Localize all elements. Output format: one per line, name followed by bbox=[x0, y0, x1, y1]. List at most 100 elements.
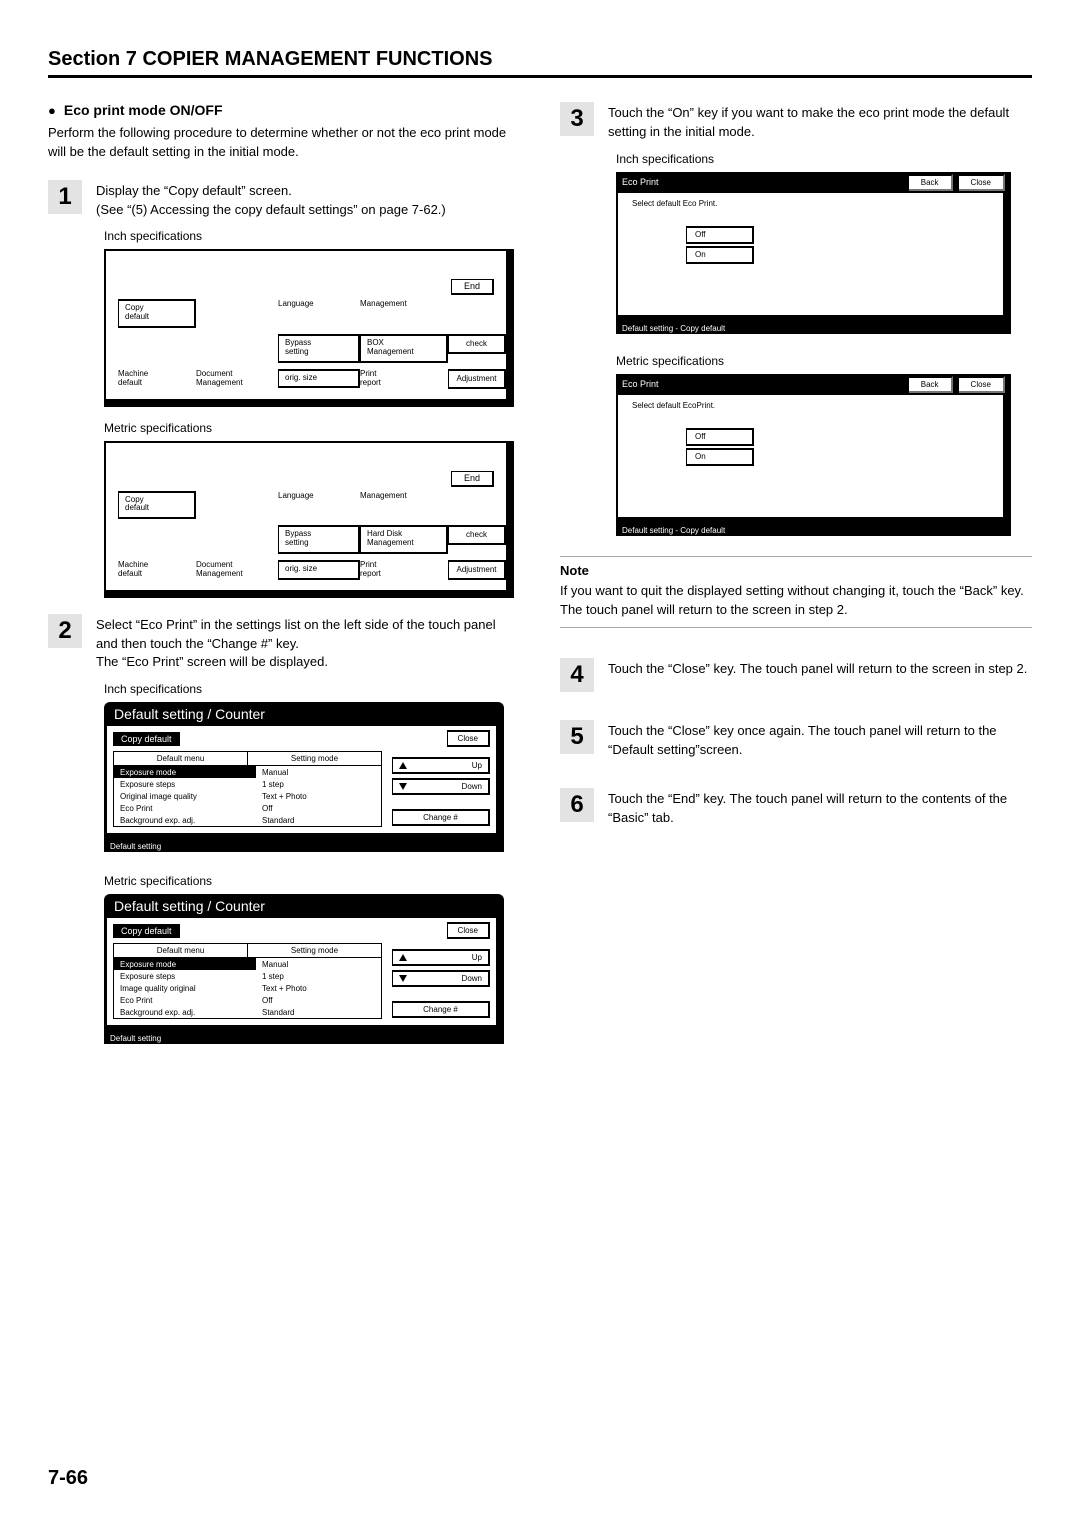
row-mode-cell: Manual bbox=[256, 766, 381, 778]
step-6: 6 Touch the “End” key. The touch panel w… bbox=[560, 788, 1032, 828]
step-text: Touch the “Close” key once again. The to… bbox=[608, 720, 1032, 760]
eco-panel-metric: Eco Print Back Close Select default EcoP… bbox=[616, 374, 1011, 536]
close-button[interactable]: Close bbox=[959, 376, 1005, 393]
orig-size-button[interactable]: orig. size bbox=[278, 560, 360, 580]
change-label: Change # bbox=[423, 813, 458, 822]
adjustment-button[interactable]: Adjustment bbox=[448, 560, 506, 580]
step-number: 6 bbox=[560, 788, 594, 822]
back-button[interactable]: Back bbox=[909, 174, 953, 191]
inch-label: Inch specifications bbox=[104, 229, 520, 243]
step-number: 5 bbox=[560, 720, 594, 754]
on-button[interactable]: On bbox=[686, 246, 754, 264]
menu-panel-inch: End Copy default Language Management Byp… bbox=[104, 249, 520, 406]
eco-header: Eco Print bbox=[622, 379, 903, 389]
step-text: Touch the “Close” key. The touch panel w… bbox=[608, 658, 1027, 692]
language-label: Language bbox=[278, 299, 360, 308]
intro-text: Perform the following procedure to deter… bbox=[48, 124, 520, 162]
step-text: Select “Eco Print” in the settings list … bbox=[96, 614, 520, 673]
step-text: Display the “Copy default” screen. (See … bbox=[96, 180, 446, 220]
step-3: 3 Touch the “On” key if you want to make… bbox=[560, 102, 1032, 142]
row-mode-cell: Off bbox=[256, 802, 381, 814]
table-row[interactable]: Exposure modeManual bbox=[114, 958, 381, 970]
triangle-down-icon bbox=[399, 783, 407, 790]
management-label: Management bbox=[360, 299, 448, 308]
off-button[interactable]: Off bbox=[686, 226, 754, 244]
down-button[interactable]: Down bbox=[392, 970, 490, 987]
panel-title: Default setting / Counter bbox=[104, 894, 504, 918]
step-text: Touch the “On” key if you want to make t… bbox=[608, 102, 1032, 142]
down-button[interactable]: Down bbox=[392, 778, 490, 795]
step-2: 2 Select “Eco Print” in the settings lis… bbox=[48, 614, 520, 673]
row-menu-cell: Background exp. adj. bbox=[114, 814, 256, 826]
end-button[interactable]: End bbox=[451, 279, 494, 295]
step-4: 4 Touch the “Close” key. The touch panel… bbox=[560, 658, 1032, 692]
table-row[interactable]: Original image qualityText + Photo bbox=[114, 790, 381, 802]
note-text: If you want to quit the displayed settin… bbox=[560, 582, 1032, 620]
close-button[interactable]: Close bbox=[447, 922, 490, 939]
eco-prompt: Select default EcoPrint. bbox=[632, 401, 993, 410]
metric-label: Metric specifications bbox=[104, 421, 520, 435]
row-mode-cell: Text + Photo bbox=[256, 790, 381, 802]
close-button[interactable]: Close bbox=[959, 174, 1005, 191]
down-label: Down bbox=[462, 782, 482, 791]
panel-title: Default setting / Counter bbox=[104, 702, 504, 726]
print-report-label: Print report bbox=[360, 369, 448, 387]
inch-label: Inch specifications bbox=[104, 682, 520, 696]
table-row[interactable]: Exposure steps1 step bbox=[114, 970, 381, 982]
inch-label: Inch specifications bbox=[616, 152, 1032, 166]
up-button[interactable]: Up bbox=[392, 949, 490, 966]
management-label: Management bbox=[360, 491, 448, 500]
off-button[interactable]: Off bbox=[686, 428, 754, 446]
back-button[interactable]: Back bbox=[909, 376, 953, 393]
row-menu-cell: Eco Print bbox=[114, 802, 256, 814]
table-row[interactable]: Eco PrintOff bbox=[114, 802, 381, 814]
orig-size-button[interactable]: orig. size bbox=[278, 369, 360, 389]
check-button[interactable]: check bbox=[448, 334, 506, 354]
metric-label: Metric specifications bbox=[104, 874, 520, 888]
on-button[interactable]: On bbox=[686, 448, 754, 466]
col-header-menu: Default menu bbox=[114, 944, 248, 958]
eco-footer: Default setting - Copy default bbox=[616, 525, 1011, 536]
table-row[interactable]: Exposure modeManual bbox=[114, 766, 381, 778]
check-button[interactable]: check bbox=[448, 525, 506, 545]
row-menu-cell: Exposure mode bbox=[114, 766, 256, 778]
metric-label: Metric specifications bbox=[616, 354, 1032, 368]
copy-default-button[interactable]: Copy default bbox=[118, 491, 196, 520]
triangle-up-icon bbox=[399, 954, 407, 961]
machine-default-label: Machine default bbox=[118, 560, 196, 578]
copy-default-button[interactable]: Copy default bbox=[118, 299, 196, 328]
bypass-button[interactable]: Bypass setting bbox=[278, 525, 360, 554]
up-label: Up bbox=[472, 953, 482, 962]
eco-prompt: Select default Eco Print. bbox=[632, 199, 993, 208]
row-menu-cell: Image quality original bbox=[114, 982, 256, 994]
up-button[interactable]: Up bbox=[392, 757, 490, 774]
step-5: 5 Touch the “Close” key once again. The … bbox=[560, 720, 1032, 760]
col-header-menu: Default menu bbox=[114, 752, 248, 766]
eco-footer: Default setting - Copy default bbox=[616, 323, 1011, 334]
adjustment-button[interactable]: Adjustment bbox=[448, 369, 506, 389]
table-row[interactable]: Image quality originalText + Photo bbox=[114, 982, 381, 994]
panel-footer: Default setting bbox=[104, 841, 504, 852]
change-button[interactable]: Change # bbox=[392, 809, 490, 826]
note-title: Note bbox=[560, 563, 1032, 578]
default-setting-panel-inch: Default setting / Counter Copy default C… bbox=[104, 702, 504, 852]
up-label: Up bbox=[472, 761, 482, 770]
row-mode-cell: 1 step bbox=[256, 970, 381, 982]
close-button[interactable]: Close bbox=[447, 730, 490, 747]
box-mgmt-button[interactable]: BOX Management bbox=[360, 334, 448, 363]
table-row[interactable]: Exposure steps1 step bbox=[114, 778, 381, 790]
step-1: 1 Display the “Copy default” screen. (Se… bbox=[48, 180, 520, 220]
end-button[interactable]: End bbox=[451, 471, 494, 487]
bypass-button[interactable]: Bypass setting bbox=[278, 334, 360, 363]
table-row[interactable]: Eco PrintOff bbox=[114, 994, 381, 1006]
row-mode-cell: Standard bbox=[256, 1006, 381, 1018]
default-setting-panel-metric: Default setting / Counter Copy default C… bbox=[104, 894, 504, 1044]
change-button[interactable]: Change # bbox=[392, 1001, 490, 1018]
row-mode-cell: Text + Photo bbox=[256, 982, 381, 994]
table-row[interactable]: Background exp. adj.Standard bbox=[114, 814, 381, 826]
col-header-mode: Setting mode bbox=[248, 752, 381, 766]
menu-panel-metric: End Copy default Language Management Byp… bbox=[104, 441, 520, 598]
step-number: 4 bbox=[560, 658, 594, 692]
table-row[interactable]: Background exp. adj.Standard bbox=[114, 1006, 381, 1018]
harddisk-button[interactable]: Hard Disk Management bbox=[360, 525, 448, 554]
